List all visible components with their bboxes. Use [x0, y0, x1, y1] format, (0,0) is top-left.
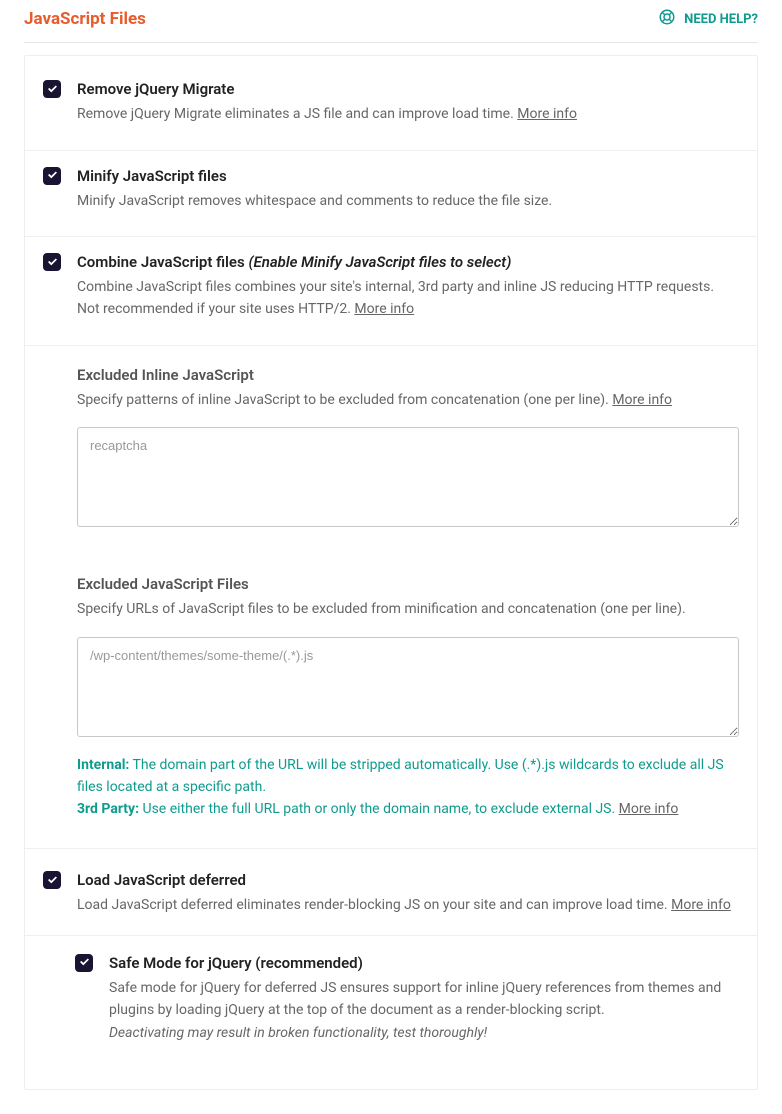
option-description: Safe mode for jQuery for deferred JS ens…	[109, 978, 739, 1021]
section-excluded-inline-js: Excluded Inline JavaScript Specify patte…	[25, 346, 757, 556]
help-icon	[658, 8, 676, 30]
settings-panel: Remove jQuery Migrate Remove jQuery Migr…	[24, 55, 758, 1090]
sub-section-description: Specify URLs of JavaScript files to be e…	[77, 599, 739, 621]
option-hint: (Enable Minify JavaScript files to selec…	[248, 253, 511, 271]
section-title: JavaScript Files	[24, 9, 146, 29]
checkbox-remove-jquery-migrate[interactable]	[43, 80, 61, 98]
option-title: Combine JavaScript files (Enable Minify …	[77, 253, 739, 271]
sub-section-description: Specify patterns of inline JavaScript to…	[77, 390, 739, 412]
sub-section-title: Excluded JavaScript Files	[77, 575, 739, 593]
option-title: Load JavaScript deferred	[77, 871, 739, 889]
excluded-files-note: Internal: The domain part of the URL wil…	[77, 755, 739, 820]
option-remove-jquery-migrate: Remove jQuery Migrate Remove jQuery Migr…	[25, 74, 757, 151]
more-info-link[interactable]: More info	[354, 301, 414, 317]
sub-section-title: Excluded Inline JavaScript	[77, 366, 739, 384]
check-icon	[46, 256, 59, 269]
checkbox-combine-js[interactable]	[43, 253, 61, 271]
more-info-link[interactable]: More info	[619, 801, 679, 817]
check-icon	[46, 169, 59, 182]
note-internal-label: Internal:	[77, 757, 129, 773]
help-button[interactable]: NEED HELP?	[658, 8, 758, 30]
more-info-link[interactable]: More info	[517, 106, 577, 122]
option-description: Load JavaScript deferred eliminates rend…	[77, 895, 739, 917]
option-title: Remove jQuery Migrate	[77, 80, 739, 98]
note-3rd-party-label: 3rd Party:	[77, 801, 139, 817]
excluded-inline-textarea[interactable]	[77, 427, 739, 527]
option-title: Minify JavaScript files	[77, 167, 739, 185]
option-title: Safe Mode for jQuery (recommended)	[109, 954, 739, 972]
section-header: JavaScript Files NEED HELP?	[24, 4, 758, 43]
check-icon	[46, 874, 59, 887]
help-label: NEED HELP?	[684, 12, 758, 27]
more-info-link[interactable]: More info	[671, 897, 731, 913]
check-icon	[46, 83, 59, 96]
checkbox-load-js-deferred[interactable]	[43, 871, 61, 889]
more-info-link[interactable]: More info	[612, 392, 672, 408]
option-combine-js: Combine JavaScript files (Enable Minify …	[25, 237, 757, 345]
option-safe-mode-jquery: Safe Mode for jQuery (recommended) Safe …	[25, 936, 757, 1071]
option-warning: Deactivating may result in broken functi…	[109, 1025, 739, 1041]
excluded-files-textarea[interactable]	[77, 637, 739, 737]
checkbox-minify-js[interactable]	[43, 167, 61, 185]
option-minify-js: Minify JavaScript files Minify JavaScrip…	[25, 151, 757, 238]
option-description: Minify JavaScript removes whitespace and…	[77, 191, 739, 213]
option-description: Remove jQuery Migrate eliminates a JS fi…	[77, 104, 739, 126]
check-icon	[78, 956, 91, 969]
option-description: Combine JavaScript files combines your s…	[77, 277, 739, 320]
option-load-js-deferred: Load JavaScript deferred Load JavaScript…	[25, 849, 757, 936]
section-excluded-js-files: Excluded JavaScript Files Specify URLs o…	[25, 555, 757, 849]
checkbox-safe-mode-jquery[interactable]	[75, 954, 93, 972]
